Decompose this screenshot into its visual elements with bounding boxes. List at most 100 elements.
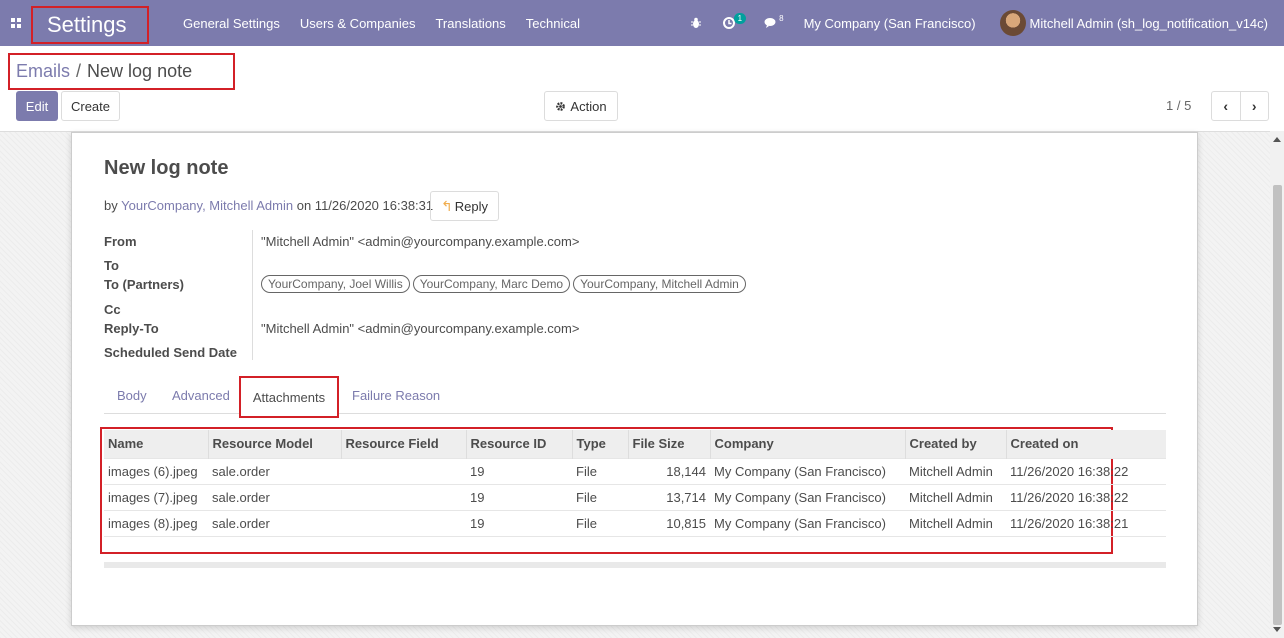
cell-resource-field	[341, 483, 466, 510]
menu-users-companies[interactable]: Users & Companies	[300, 16, 416, 31]
col-file-size[interactable]: File Size	[627, 430, 710, 458]
cell-company: My Company (San Francisco)	[710, 509, 905, 536]
cell-resource-model: sale.order	[208, 509, 341, 536]
debug-icon[interactable]	[690, 17, 702, 29]
from-value: "Mitchell Admin" <admin@yourcompany.exam…	[261, 234, 580, 249]
partner-tags: YourCompany, Joel Willis YourCompany, Ma…	[261, 275, 746, 293]
tab-attachments[interactable]: Attachments	[239, 376, 339, 418]
messages-count: 8	[779, 13, 784, 23]
breadcrumb-current: New log note	[87, 61, 193, 81]
tab-body[interactable]: Body	[117, 376, 147, 414]
cell-resource-id: 19	[466, 483, 572, 510]
edit-button[interactable]: Edit	[16, 91, 58, 121]
main-menu: General Settings Users & Companies Trans…	[183, 0, 580, 46]
activity-badge: 1	[733, 12, 747, 24]
byline-prefix: by	[104, 198, 118, 213]
cell-resource-id: 19	[466, 457, 572, 484]
cell-file-size: 18,144	[628, 457, 710, 484]
breadcrumb-emails[interactable]: Emails	[16, 61, 70, 82]
pager-previous-icon[interactable]: ‹	[1212, 92, 1241, 120]
menu-translations[interactable]: Translations	[435, 16, 505, 31]
partner-tag[interactable]: YourCompany, Marc Demo	[412, 275, 571, 293]
menu-technical[interactable]: Technical	[526, 16, 580, 31]
action-label: Action	[570, 98, 607, 114]
cell-created-by: Mitchell Admin	[905, 483, 1006, 510]
pager-next-icon[interactable]: ›	[1241, 92, 1269, 120]
breadcrumb-separator: /	[76, 61, 82, 81]
partner-tag[interactable]: YourCompany, Mitchell Admin	[573, 275, 746, 293]
cell-company: My Company (San Francisco)	[710, 457, 905, 484]
cell-resource-id: 19	[466, 509, 572, 536]
messages-icon[interactable]: 8	[764, 13, 784, 29]
avatar	[999, 10, 1026, 36]
tab-failure-reason[interactable]: Failure Reason	[352, 376, 440, 414]
create-button[interactable]: Create	[61, 91, 120, 121]
cell-type: File	[572, 483, 628, 510]
app-title[interactable]: Settings	[31, 6, 149, 44]
cc-label: Cc	[104, 302, 121, 317]
cell-resource-model: sale.order	[208, 457, 341, 484]
table-row[interactable]: images (8).jpeg sale.order 19 File 10,81…	[104, 509, 1166, 536]
to-partners-label: To (Partners)	[104, 277, 184, 292]
scroll-up-icon[interactable]	[1273, 137, 1281, 142]
user-name: Mitchell Admin (sh_log_notification_v14c…	[1029, 15, 1268, 31]
col-resource-id[interactable]: Resource ID	[465, 430, 572, 458]
to-label: To	[104, 258, 119, 273]
attachments-table: Name Resource Model Resource Field Resou…	[104, 430, 1166, 536]
col-name[interactable]: Name	[104, 430, 208, 458]
cell-resource-field	[341, 509, 466, 536]
mail-byline: by YourCompany, Mitchell Admin on 11/26/…	[104, 198, 433, 213]
cell-created-by: Mitchell Admin	[905, 457, 1006, 484]
scroll-thumb[interactable]	[1273, 185, 1282, 625]
col-company[interactable]: Company	[709, 430, 905, 458]
top-navbar: Settings General Settings Users & Compan…	[0, 0, 1284, 46]
cell-file-size: 10,815	[628, 509, 710, 536]
reply-to-value: "Mitchell Admin" <admin@yourcompany.exam…	[261, 321, 580, 336]
table-header-row: Name Resource Model Resource Field Resou…	[104, 430, 1166, 458]
gear-icon	[556, 101, 566, 111]
field-divider	[252, 230, 253, 360]
cell-created-on: 11/26/2020 16:38:22	[1006, 457, 1166, 484]
author-link[interactable]: YourCompany, Mitchell Admin	[121, 198, 293, 213]
apps-menu-icon[interactable]	[0, 0, 32, 46]
breadcrumb: Emails / New log note	[8, 53, 235, 90]
cell-name: images (7).jpeg	[104, 483, 208, 510]
cell-name: images (8).jpeg	[104, 509, 208, 536]
menu-general-settings[interactable]: General Settings	[183, 16, 280, 31]
pager-buttons: ‹ ›	[1211, 91, 1269, 121]
scroll-down-icon[interactable]	[1273, 627, 1281, 632]
from-label: From	[104, 234, 137, 249]
systray: 1 8 My Company (San Francisco) Mitchell …	[690, 0, 1284, 46]
col-resource-field[interactable]: Resource Field	[340, 430, 466, 458]
cell-name: images (6).jpeg	[104, 457, 208, 484]
col-type[interactable]: Type	[571, 430, 628, 458]
col-created-on[interactable]: Created on	[1005, 430, 1166, 458]
col-created-by[interactable]: Created by	[904, 430, 1006, 458]
scheduled-send-label: Scheduled Send Date	[104, 345, 237, 360]
table-bottom-bar	[104, 562, 1166, 568]
col-resource-model[interactable]: Resource Model	[207, 430, 341, 458]
table-row[interactable]: images (6).jpeg sale.order 19 File 18,14…	[104, 457, 1166, 484]
tab-advanced[interactable]: Advanced	[172, 376, 230, 414]
reply-button[interactable]: ↰ Reply	[430, 191, 499, 221]
reply-label: Reply	[454, 198, 488, 214]
cell-created-by: Mitchell Admin	[905, 509, 1006, 536]
cell-type: File	[572, 509, 628, 536]
scrollbar[interactable]	[1270, 131, 1284, 638]
table-footer-line	[104, 536, 1166, 537]
action-button[interactable]: Action	[544, 91, 618, 121]
cell-file-size: 13,714	[628, 483, 710, 510]
reply-icon: ↰	[441, 197, 453, 214]
reply-to-label: Reply-To	[104, 321, 159, 336]
pager-value[interactable]: 1 / 5	[1166, 98, 1191, 113]
activity-icon[interactable]: 1	[722, 12, 747, 30]
user-menu[interactable]: Mitchell Admin (sh_log_notification_v14c…	[999, 10, 1268, 36]
byline-date: on 11/26/2020 16:38:31	[296, 198, 434, 213]
cell-created-on: 11/26/2020 16:38:22	[1006, 483, 1166, 510]
cell-type: File	[572, 457, 628, 484]
table-row[interactable]: images (7).jpeg sale.order 19 File 13,71…	[104, 483, 1166, 510]
cell-company: My Company (San Francisco)	[710, 483, 905, 510]
partner-tag[interactable]: YourCompany, Joel Willis	[261, 275, 410, 293]
company-switcher[interactable]: My Company (San Francisco)	[804, 16, 976, 31]
cell-created-on: 11/26/2020 16:38:21	[1006, 509, 1166, 536]
